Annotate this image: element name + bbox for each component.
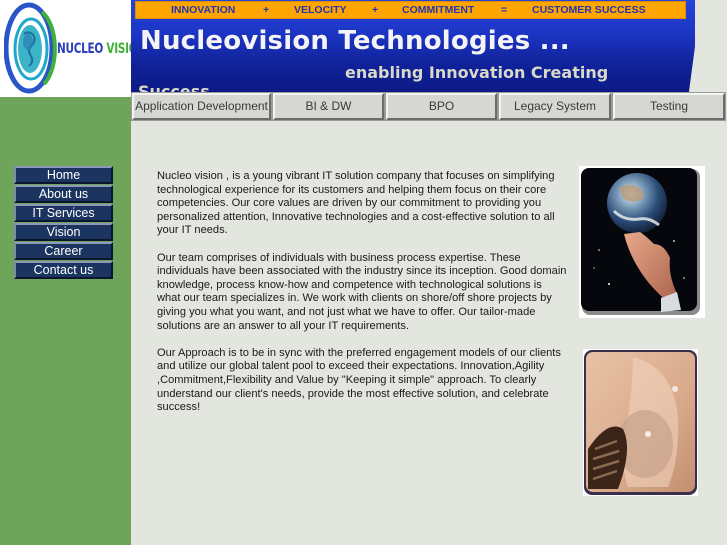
logo-globe-icon <box>4 2 57 94</box>
left-sidebar: NUCLEO VISION Home About us IT Services … <box>0 0 146 545</box>
top-nav-application-development[interactable]: Application Development <box>131 92 272 121</box>
site-subtitle-overflow: Success <box>138 82 210 93</box>
tagline-bar: INNOVATION + VELOCITY + COMMITMENT = CUS… <box>135 1 686 19</box>
logo[interactable]: NUCLEO VISION <box>0 0 146 97</box>
tagline-plus-1: + <box>263 4 270 16</box>
light-bulb-image <box>583 349 698 496</box>
top-nav-bpo[interactable]: BPO <box>385 92 498 121</box>
side-nav-home[interactable]: Home <box>14 166 113 184</box>
tagline-plus-2: + <box>372 4 379 16</box>
side-nav-it-services[interactable]: IT Services <box>14 204 113 222</box>
globe-illustration-icon <box>581 168 700 315</box>
main-content: Nucleo vision , is a young vibrant IT so… <box>157 170 567 428</box>
logo-text-nucleo: NUCLEO <box>57 40 104 58</box>
tagline-velocity: VELOCITY <box>294 4 347 16</box>
light-bulb-illustration-icon <box>584 350 697 495</box>
side-nav-career[interactable]: Career <box>14 242 113 260</box>
top-nav-bi-dw[interactable]: BI & DW <box>272 92 385 121</box>
tagline-innovation: INNOVATION <box>171 4 236 16</box>
side-nav-contact-us[interactable]: Contact us <box>14 261 113 279</box>
site-subtitle: enabling Innovation Creating <box>345 63 609 82</box>
tagline-equals: = <box>501 4 508 16</box>
tagline-commitment: COMMITMENT <box>402 4 475 16</box>
side-nav-about-us[interactable]: About us <box>14 185 113 203</box>
site-title: Nucleovision Technologies ... <box>140 26 570 56</box>
intro-paragraph: Nucleo vision , is a young vibrant IT so… <box>157 170 555 237</box>
side-nav: Home About us IT Services Vision Career … <box>14 166 113 280</box>
team-paragraph: Our team comprises of individuals with b… <box>157 251 567 332</box>
top-nav: Application Development BI & DW BPO Lega… <box>131 92 727 121</box>
side-nav-vision[interactable]: Vision <box>14 223 113 241</box>
top-nav-legacy-system[interactable]: Legacy System <box>498 92 612 121</box>
tagline-customer-success: CUSTOMER SUCCESS <box>532 4 646 16</box>
hand-holding-globe-image <box>579 166 705 318</box>
top-nav-testing[interactable]: Testing <box>612 92 726 121</box>
approach-paragraph: Our Approach is to be in sync with the p… <box>157 346 561 414</box>
